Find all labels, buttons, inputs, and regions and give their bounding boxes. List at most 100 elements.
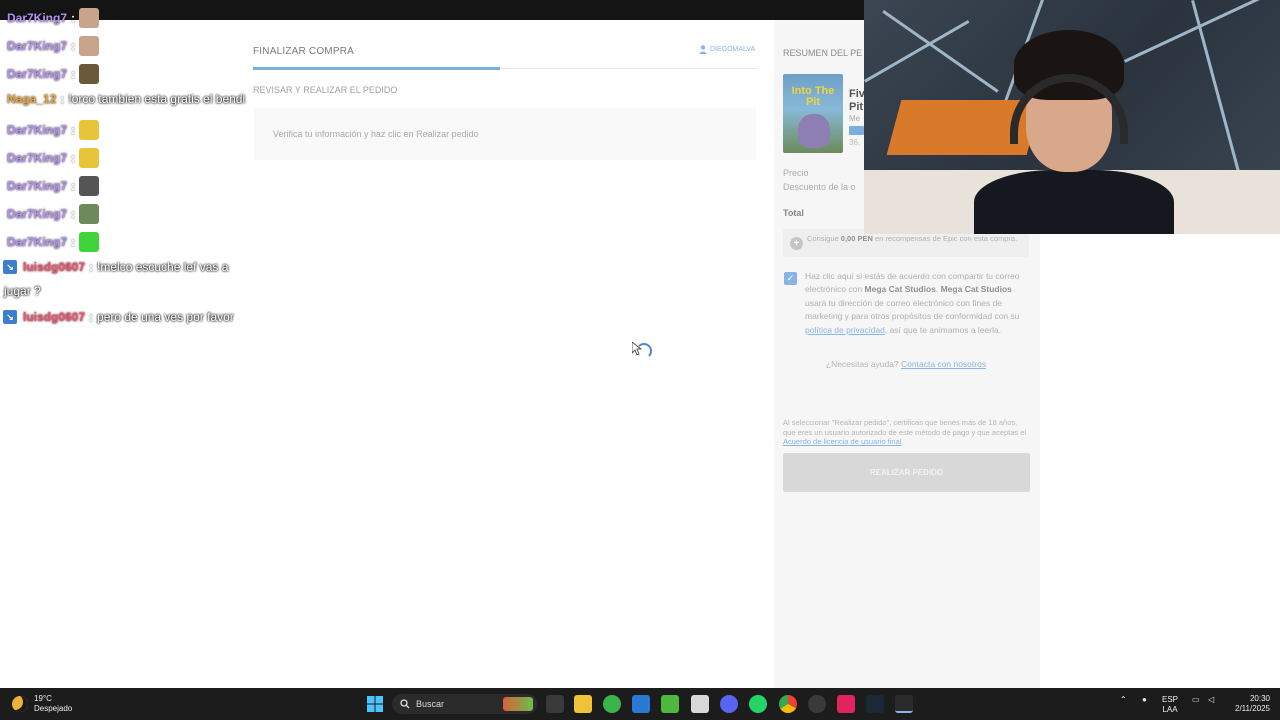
roblox-icon[interactable]	[691, 695, 709, 713]
tiktok-icon[interactable]	[837, 695, 855, 713]
chat-badge-icon: ↘	[3, 310, 17, 324]
privacy-policy-link[interactable]: política de privacidad	[805, 325, 885, 335]
chat-separator: :	[89, 310, 94, 324]
game-publisher: Me	[849, 114, 861, 123]
taskbar-clock[interactable]: 20:30 2/11/2025	[1228, 694, 1270, 714]
xbox-icon[interactable]	[603, 695, 621, 713]
chat-separator: :	[60, 92, 65, 106]
chat-emote-icon	[79, 36, 100, 56]
taskbar-search[interactable]: Buscar	[392, 694, 537, 714]
review-info-text: Verifica tu información y haz clic en Re…	[273, 129, 479, 139]
chat-username[interactable]: Dar7King7	[7, 11, 67, 25]
streamer-shirt	[974, 170, 1174, 234]
place-order-button[interactable]: REALIZAR PEDIDO	[783, 453, 1030, 492]
chat-username[interactable]: Dar7King7	[7, 123, 67, 137]
chat-emote-icon	[79, 148, 100, 168]
obs-icon[interactable]	[808, 695, 826, 713]
legal-text: Al seleccionar "Realizar pedido", certif…	[783, 418, 1027, 447]
chat-message: Dar7King7:	[7, 176, 100, 196]
chat-message-text: !orco tambien esta gratis el bendi	[68, 92, 246, 106]
weather-temp: 19°C	[34, 694, 52, 703]
stream-chat-overlay: Dar7King7: Dar7King7: Dar7King7: Naga_12: !o…	[0, 0, 300, 340]
chat-emote-icon	[79, 64, 100, 84]
chat-emote-icon	[79, 176, 100, 196]
whatsapp-icon[interactable]	[749, 695, 767, 713]
tray-chevron-icon[interactable]: ⌃	[1120, 695, 1127, 705]
chat-separator: :	[71, 11, 76, 25]
chat-separator: :	[71, 179, 76, 193]
language-indicator[interactable]: ESP LAA	[1162, 695, 1178, 715]
chat-emote-icon	[79, 232, 100, 252]
game-thumbnail: Into The Pit	[783, 74, 843, 153]
total-label: Total	[783, 208, 804, 218]
thumbnail-creature	[798, 114, 830, 148]
chat-username[interactable]: Dar7King7	[7, 151, 67, 165]
chat-wrapped-line: jugar ?	[4, 284, 41, 298]
chat-message: Dar7King7:	[7, 8, 100, 28]
weather-desc: Despejado	[34, 704, 73, 713]
file-explorer-icon[interactable]	[574, 695, 592, 713]
chat-separator: :	[71, 235, 76, 249]
consent-text: Haz clic aquí si estás de acuerdo con co…	[805, 271, 1020, 335]
task-view-icon[interactable]	[546, 695, 564, 713]
chat-emote-icon	[79, 204, 100, 224]
weather-widget[interactable]: 19°C Despejado	[12, 694, 72, 714]
chat-emote-icon	[79, 8, 100, 28]
chat-message-text: !melco escuche lef vas a	[97, 260, 229, 274]
help-line: ¿Necesitas ayuda? Contacta con nosotros	[825, 359, 987, 369]
chat-username[interactable]: Dar7King7	[7, 179, 67, 193]
volume-icon[interactable]: ◁	[1208, 695, 1214, 705]
chat-username[interactable]: Dar7King7	[7, 235, 67, 249]
chat-message: Dar7King7:	[7, 36, 100, 56]
microphone-icon[interactable]: ●	[1142, 695, 1147, 705]
moon-icon	[12, 696, 28, 712]
chat-separator: :	[89, 260, 94, 274]
chat-message: ↘ luisdg0607: pero de una ves por favor	[3, 310, 234, 324]
chat-username[interactable]: luisdg0607	[23, 310, 85, 324]
chat-separator: :	[71, 207, 76, 221]
steam-icon[interactable]	[866, 695, 884, 713]
streamer	[974, 30, 1174, 234]
chat-separator: :	[71, 67, 76, 81]
chat-separator: :	[71, 39, 76, 53]
search-highlight-icon	[503, 697, 533, 711]
store-icon[interactable]	[632, 695, 650, 713]
network-icon[interactable]: ▭	[1192, 695, 1200, 705]
chat-message: Dar7King7:	[7, 64, 100, 84]
search-icon	[400, 699, 410, 709]
contact-us-link[interactable]: Contacta con nosotros	[901, 359, 986, 369]
user-icon	[699, 45, 707, 54]
chat-username[interactable]: Naga_12	[7, 92, 56, 106]
eula-link[interactable]: Acuerdo de licencia de usuario final	[783, 437, 901, 446]
discount-badge	[849, 126, 864, 135]
chat-username[interactable]: luisdg0607	[23, 260, 85, 274]
chat-username[interactable]: Dar7King7	[7, 67, 67, 81]
rewards-plus-icon: +	[790, 237, 803, 250]
thumbnail-title: Into The Pit	[791, 85, 835, 108]
chat-username[interactable]: Dar7King7	[7, 207, 67, 221]
search-label: Buscar	[416, 699, 445, 709]
chrome-icon[interactable]	[779, 695, 797, 713]
chat-message: ↘ luisdg0607: !melco escuche lef vas a	[3, 260, 228, 274]
minecraft-icon[interactable]	[661, 695, 679, 713]
chat-badge-icon: ↘	[3, 260, 17, 274]
chat-message: Dar7King7:	[7, 232, 100, 252]
discord-icon[interactable]	[720, 695, 738, 713]
game-title: Fiv Pit	[849, 88, 865, 113]
chat-separator: :	[71, 123, 76, 137]
summary-title: RESUMEN DEL PE	[783, 48, 863, 58]
chat-message: Dar7King7:	[7, 148, 100, 168]
discount-label: Descuento de la o	[783, 182, 856, 192]
game-original-price: 36,	[849, 138, 861, 147]
rewards-text: Consigue 0,00 PEN en recompensas de Epic…	[807, 234, 1018, 243]
windows-start-icon[interactable]	[366, 695, 384, 713]
chat-message-text: pero de una ves por favor	[97, 310, 234, 324]
chat-username[interactable]: Dar7King7	[7, 39, 67, 53]
user-name: DIEGOMALVA	[710, 46, 756, 53]
consent-checkbox[interactable]: ✓	[784, 272, 797, 285]
webcam-overlay	[864, 0, 1280, 234]
chat-message: Dar7King7:	[7, 120, 100, 140]
chat-separator: :	[71, 151, 76, 165]
epic-games-icon[interactable]	[895, 695, 913, 713]
user-account-link[interactable]: DIEGOMALVA	[699, 45, 755, 54]
